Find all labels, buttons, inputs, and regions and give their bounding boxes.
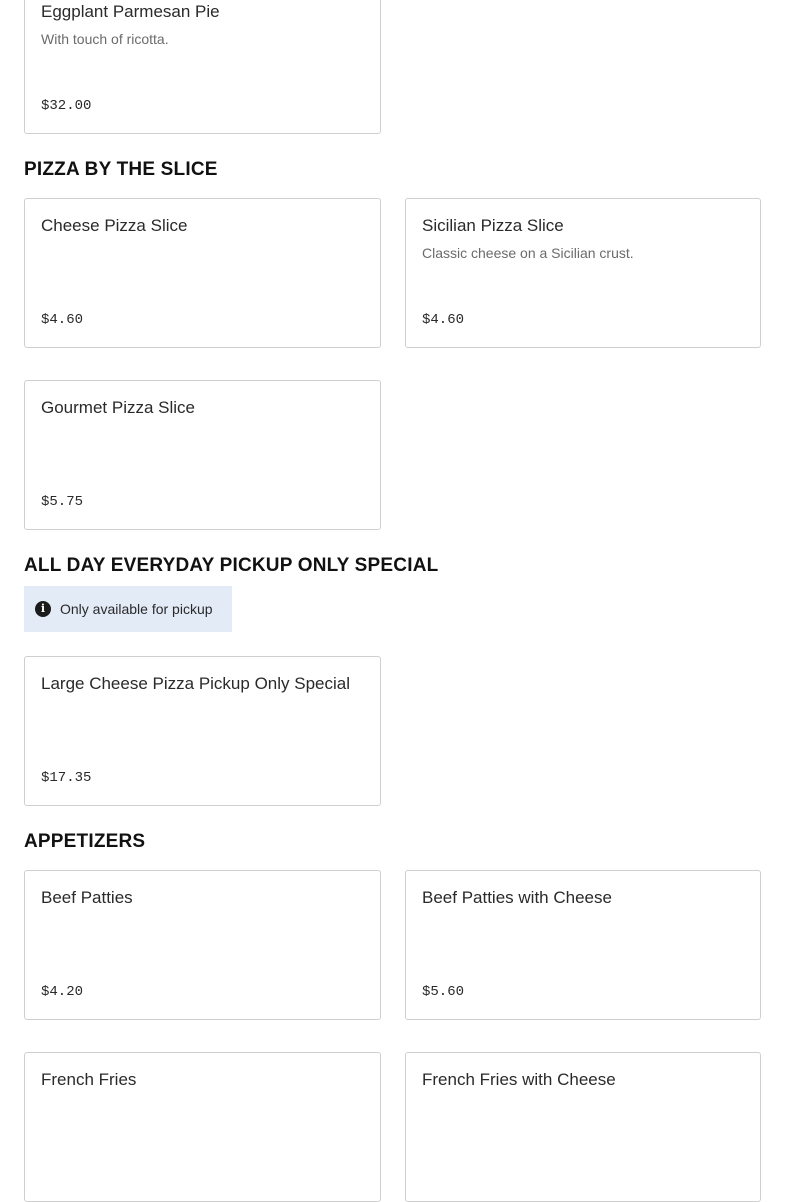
info-icon: i — [35, 601, 51, 617]
menu-item-card[interactable]: French Fries — [24, 1052, 381, 1202]
menu-item-name: Beef Patties with Cheese — [422, 888, 612, 907]
menu-item-name: Sicilian Pizza Slice — [422, 216, 564, 235]
menu-item-card[interactable]: Beef Patties with Cheese $5.60 — [405, 870, 761, 1020]
menu-item-card[interactable]: Eggplant Parmesan Pie With touch of rico… — [24, 0, 381, 134]
section-heading-pizza-by-the-slice: PIZZA BY THE SLICE — [24, 159, 218, 180]
menu-item-card[interactable]: Cheese Pizza Slice $4.60 — [24, 198, 381, 348]
menu-item-name: French Fries — [41, 1070, 137, 1089]
menu-item-card[interactable]: Gourmet Pizza Slice $5.75 — [24, 380, 381, 530]
menu-item-name: Large Cheese Pizza Pickup Only Special — [41, 674, 350, 693]
section-heading-pickup-special: ALL DAY EVERYDAY PICKUP ONLY SPECIAL — [24, 555, 439, 576]
section-heading-appetizers: APPETIZERS — [24, 831, 146, 852]
menu-item-card[interactable]: Beef Patties $4.20 — [24, 870, 381, 1020]
menu-item-description: Classic cheese on a Sicilian crust. — [422, 245, 634, 261]
menu-item-card[interactable]: French Fries with Cheese — [405, 1052, 761, 1202]
menu-item-name: Beef Patties — [41, 888, 133, 907]
menu-item-card[interactable]: Sicilian Pizza Slice Classic cheese on a… — [405, 198, 761, 348]
menu-item-name: Eggplant Parmesan Pie — [41, 2, 220, 21]
menu-item-price: $5.60 — [422, 984, 465, 1000]
pickup-only-notice: i Only available for pickup — [24, 586, 232, 632]
menu-item-name: Gourmet Pizza Slice — [41, 398, 195, 417]
menu-item-description: With touch of ricotta. — [41, 31, 169, 47]
menu-item-price: $4.60 — [41, 312, 84, 328]
menu-item-price: $4.60 — [422, 312, 465, 328]
menu-item-name: French Fries with Cheese — [422, 1070, 616, 1089]
menu-item-price: $5.75 — [41, 494, 84, 510]
menu-item-price: $32.00 — [41, 98, 92, 114]
menu-item-name: Cheese Pizza Slice — [41, 216, 188, 235]
menu-item-price: $4.20 — [41, 984, 84, 1000]
menu-item-card[interactable]: Large Cheese Pizza Pickup Only Special $… — [24, 656, 381, 806]
notice-text: Only available for pickup — [60, 601, 213, 617]
menu-item-price: $17.35 — [41, 770, 92, 786]
